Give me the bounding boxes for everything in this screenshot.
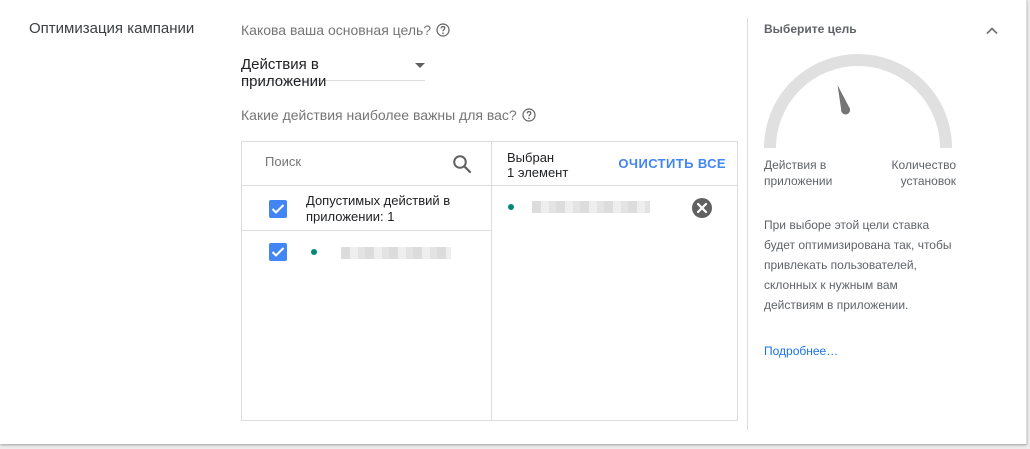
goal-panel-title: Выберите цель bbox=[764, 22, 857, 36]
selected-actions-panel: Выбран 1 элемент ОЧИСТИТЬ ВСЕ bbox=[492, 142, 737, 420]
redacted-action-name bbox=[532, 201, 650, 213]
actions-question-label: Какие действия наиболее важны для вас? bbox=[241, 107, 517, 123]
status-dot bbox=[508, 204, 514, 210]
search-icon[interactable] bbox=[452, 154, 472, 174]
gauge-left-label: Действия в приложении bbox=[764, 158, 833, 188]
selected-count: 1 элемент bbox=[507, 165, 569, 180]
select-all-checkbox[interactable] bbox=[269, 200, 287, 218]
actions-question: Какие действия наиболее важны для вас? bbox=[241, 107, 536, 123]
goal-description: При выборе этой цели ставка будет оптими… bbox=[764, 218, 952, 312]
goal-dropdown-value: Действия в приложении bbox=[241, 56, 327, 90]
search-row bbox=[242, 142, 491, 186]
goal-dropdown[interactable]: Действия в приложении bbox=[241, 52, 425, 90]
chevron-up-icon[interactable] bbox=[983, 22, 1001, 40]
available-actions-panel: Допустимых действий в приложении: 1 bbox=[242, 142, 492, 420]
cancel-circle-icon[interactable] bbox=[691, 197, 713, 219]
item-checkbox[interactable] bbox=[269, 243, 287, 261]
conversion-actions-picker: Допустимых действий в приложении: 1 Выбр… bbox=[241, 141, 738, 421]
redacted-action-name bbox=[341, 247, 451, 259]
search-input[interactable] bbox=[265, 154, 445, 169]
select-all-label: Допустимых действий в приложении: 1 bbox=[306, 193, 451, 224]
status-dot bbox=[311, 249, 317, 255]
goal-question-label: Какова ваша основная цель? bbox=[241, 22, 432, 38]
panel-divider bbox=[747, 18, 748, 430]
goal-gauge bbox=[764, 54, 952, 149]
gauge-right-label: Количество установок bbox=[891, 158, 956, 188]
gauge-track bbox=[764, 54, 952, 149]
selected-header: Выбран 1 элемент ОЧИСТИТЬ ВСЕ bbox=[492, 142, 737, 186]
arrow-drop-down-icon bbox=[415, 63, 425, 68]
list-item[interactable] bbox=[242, 231, 491, 271]
section-title: Оптимизация кампании bbox=[29, 20, 195, 37]
clear-all-button[interactable]: ОЧИСТИТЬ ВСЕ bbox=[618, 156, 726, 171]
select-all-row[interactable]: Допустимых действий в приложении: 1 bbox=[242, 186, 491, 231]
campaign-optimization-card: Оптимизация кампании Какова ваша основна… bbox=[0, 0, 1027, 444]
help-circle-icon[interactable] bbox=[522, 108, 536, 122]
selected-item bbox=[492, 186, 737, 226]
help-circle-icon[interactable] bbox=[436, 23, 450, 37]
selected-title: Выбран bbox=[507, 150, 555, 165]
goal-question: Какова ваша основная цель? bbox=[241, 22, 450, 38]
check-icon bbox=[271, 204, 285, 214]
check-icon bbox=[271, 247, 285, 257]
gauge-needle-base bbox=[841, 105, 851, 115]
learn-more-link[interactable]: Подробнее… bbox=[764, 344, 838, 358]
